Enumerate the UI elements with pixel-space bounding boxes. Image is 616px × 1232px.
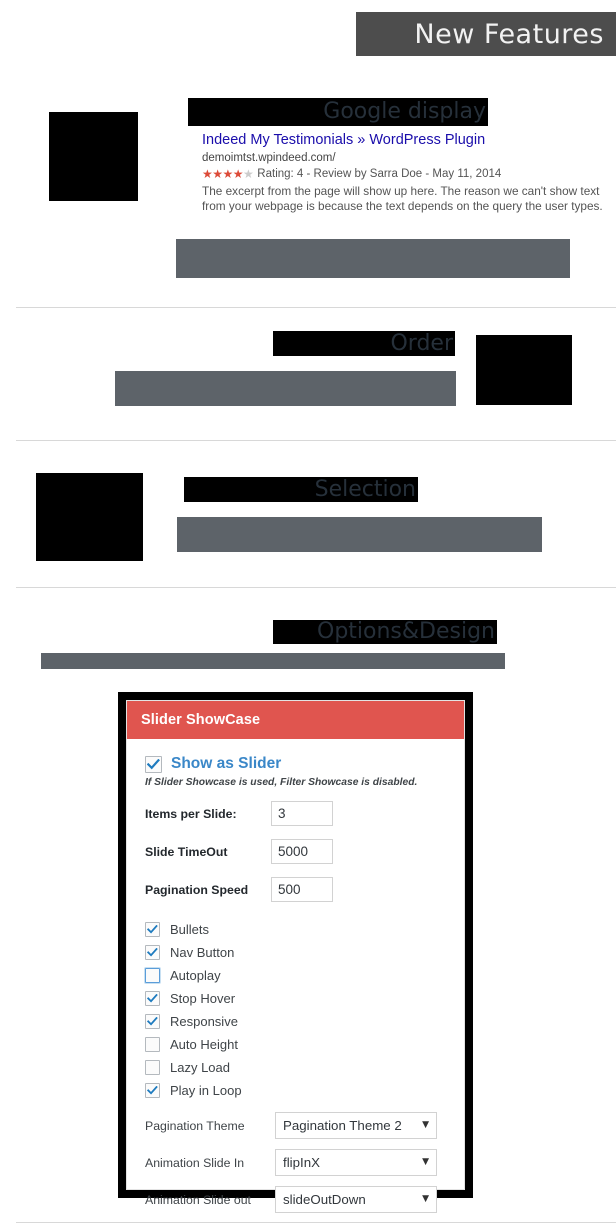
animation-slide-out-select[interactable]: slideOutDown ▼ bbox=[275, 1186, 437, 1213]
select-label: Animation Slide out bbox=[145, 1192, 251, 1207]
section-label-google-display: Google display bbox=[188, 98, 488, 126]
show-as-slider-label: Show as Slider bbox=[171, 755, 282, 772]
pagination-speed-input[interactable]: 500 bbox=[271, 877, 333, 902]
section-label-text: Selection bbox=[314, 477, 416, 502]
section-divider-3 bbox=[16, 587, 616, 588]
page-title: New Features bbox=[414, 18, 604, 50]
section-label-order: Order bbox=[273, 331, 455, 356]
field-row: Pagination Speed 500 bbox=[145, 877, 450, 902]
section-divider-2 bbox=[16, 440, 616, 441]
section-label-text: Options&Design bbox=[317, 620, 495, 644]
section-label-text: Order bbox=[390, 331, 453, 356]
checkmark-icon bbox=[147, 1017, 158, 1026]
serp-rating-text: Rating: 4 - Review by Sarra Doe - May 11… bbox=[257, 168, 502, 180]
panel-title: Slider ShowCase bbox=[141, 712, 261, 728]
chevron-down-icon: ▼ bbox=[422, 1194, 429, 1204]
field-label: Pagination Speed bbox=[145, 882, 249, 897]
checkbox-label: Nav Button bbox=[170, 945, 235, 960]
select-label: Pagination Theme bbox=[145, 1118, 245, 1133]
options-checkbox-list: Bullets Nav Button Autoplay Stop Hover R… bbox=[145, 918, 450, 1102]
checkmark-icon bbox=[147, 994, 158, 1003]
panel-header: Slider ShowCase bbox=[127, 701, 464, 739]
lazy-load-checkbox[interactable] bbox=[145, 1060, 160, 1075]
bullets-checkbox[interactable] bbox=[145, 922, 160, 937]
checkbox-row-autoplay[interactable]: Autoplay bbox=[145, 964, 450, 987]
slider-showcase-panel-frame: Slider ShowCase Show as Slider If Slider… bbox=[118, 692, 473, 1213]
select-value: Pagination Theme 2 bbox=[283, 1118, 402, 1133]
serp-description: The excerpt from the page will show up h… bbox=[202, 184, 603, 213]
screenshot-placeholder-google bbox=[49, 112, 138, 201]
chevron-down-icon: ▼ bbox=[422, 1157, 429, 1167]
section-divider-4 bbox=[16, 1222, 616, 1223]
checkbox-row-bullets[interactable]: Bullets bbox=[145, 918, 450, 941]
show-as-slider-checkbox[interactable] bbox=[145, 755, 162, 773]
google-result-snippet: Indeed My Testimonials » WordPress Plugi… bbox=[202, 131, 608, 214]
checkbox-row-auto-height[interactable]: Auto Height bbox=[145, 1033, 450, 1056]
checkmark-icon bbox=[147, 1086, 158, 1095]
slider-showcase-panel: Slider ShowCase Show as Slider If Slider… bbox=[126, 700, 465, 1213]
checkbox-row-nav-button[interactable]: Nav Button bbox=[145, 941, 450, 964]
field-label: Slide TimeOut bbox=[145, 844, 228, 859]
content-bar-google bbox=[176, 239, 570, 278]
checkbox-label: Auto Height bbox=[170, 1037, 238, 1052]
panel-body: Show as Slider If Slider Showcase is use… bbox=[127, 739, 464, 1223]
animation-slide-in-select[interactable]: flipInX ▼ bbox=[275, 1149, 437, 1176]
field-row: Items per Slide: 3 bbox=[145, 801, 450, 826]
checkmark-icon bbox=[147, 948, 158, 957]
select-label: Animation Slide In bbox=[145, 1155, 245, 1170]
checkbox-label: Lazy Load bbox=[170, 1060, 230, 1075]
checkbox-label: Stop Hover bbox=[170, 991, 236, 1006]
autoplay-checkbox[interactable] bbox=[145, 968, 160, 983]
slide-timeout-input[interactable]: 5000 bbox=[271, 839, 333, 864]
field-row: Slide TimeOut 5000 bbox=[145, 839, 450, 864]
select-value: flipInX bbox=[283, 1155, 320, 1170]
section-label-selection: Selection bbox=[184, 477, 418, 502]
checkmark-icon bbox=[147, 758, 160, 769]
screenshot-placeholder-selection bbox=[36, 473, 143, 561]
page-banner: New Features bbox=[356, 12, 616, 56]
serp-title-link[interactable]: Indeed My Testimonials » WordPress Plugi… bbox=[202, 131, 608, 150]
items-per-slide-input[interactable]: 3 bbox=[271, 801, 333, 826]
stars-empty: ★ bbox=[243, 167, 254, 181]
select-value: slideOutDown bbox=[283, 1192, 366, 1207]
checkbox-label: Bullets bbox=[170, 922, 210, 937]
content-bar-options-design bbox=[41, 653, 505, 669]
content-bar-order bbox=[115, 371, 456, 406]
serp-rating-row: ★★★★★ Rating: 4 - Review by Sarra Doe - … bbox=[202, 167, 608, 182]
select-row-pagination-theme: Pagination Theme Pagination Theme 2 ▼ bbox=[145, 1112, 450, 1139]
section-label-text: Google display bbox=[323, 99, 486, 124]
show-as-slider-row[interactable]: Show as Slider bbox=[145, 755, 450, 773]
stop-hover-checkbox[interactable] bbox=[145, 991, 160, 1006]
stars-filled: ★★★★ bbox=[202, 167, 244, 181]
checkbox-row-play-in-loop[interactable]: Play in Loop bbox=[145, 1079, 450, 1102]
field-label: Items per Slide: bbox=[145, 806, 237, 821]
star-rating-icon: ★★★★★ bbox=[202, 167, 254, 182]
checkbox-label: Play in Loop bbox=[170, 1083, 242, 1098]
play-in-loop-checkbox[interactable] bbox=[145, 1083, 160, 1098]
checkbox-label: Responsive bbox=[170, 1014, 238, 1029]
nav-button-checkbox[interactable] bbox=[145, 945, 160, 960]
responsive-checkbox[interactable] bbox=[145, 1014, 160, 1029]
checkmark-icon bbox=[147, 925, 158, 934]
pagination-theme-select[interactable]: Pagination Theme 2 ▼ bbox=[275, 1112, 437, 1139]
checkbox-label: Autoplay bbox=[170, 968, 221, 983]
checkbox-row-responsive[interactable]: Responsive bbox=[145, 1010, 450, 1033]
select-row-animation-slide-in: Animation Slide In flipInX ▼ bbox=[145, 1149, 450, 1176]
screenshot-placeholder-order bbox=[476, 335, 572, 405]
content-bar-selection bbox=[177, 517, 542, 552]
slider-hint-text: If Slider Showcase is used, Filter Showc… bbox=[145, 777, 418, 788]
section-label-options-design: Options&Design bbox=[273, 620, 497, 644]
chevron-down-icon: ▼ bbox=[422, 1120, 429, 1130]
checkbox-row-lazy-load[interactable]: Lazy Load bbox=[145, 1056, 450, 1079]
select-row-animation-slide-out: Animation Slide out slideOutDown ▼ bbox=[145, 1186, 450, 1213]
auto-height-checkbox[interactable] bbox=[145, 1037, 160, 1052]
serp-url: demoimtst.wpindeed.com/ bbox=[202, 152, 336, 164]
section-divider-1 bbox=[16, 307, 616, 308]
checkbox-row-stop-hover[interactable]: Stop Hover bbox=[145, 987, 450, 1010]
